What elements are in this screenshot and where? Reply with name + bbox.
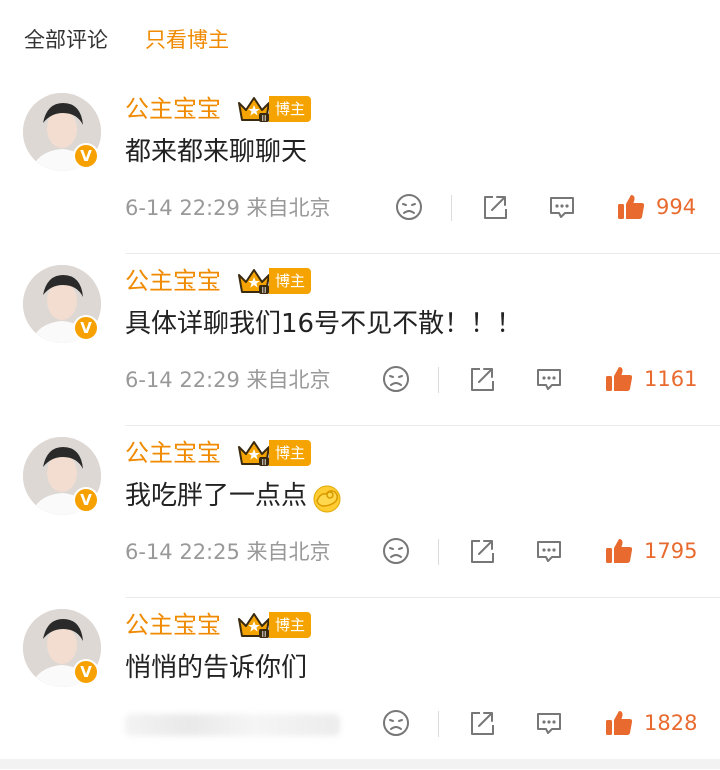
svg-text:II: II — [262, 286, 267, 295]
comment-time: 6-14 22:25 — [125, 540, 240, 564]
crown-icon: II — [237, 266, 271, 296]
user-name[interactable]: 公主宝宝 — [125, 93, 221, 125]
comment-meta: 6-14 22:25 来自北京 — [125, 537, 331, 567]
dislike-face-icon[interactable] — [394, 192, 424, 222]
dislike-face-icon[interactable] — [381, 364, 411, 394]
crown-icon: II — [237, 94, 271, 124]
thumbs-up-icon — [615, 191, 647, 223]
blogger-badge: 博主 — [269, 268, 311, 294]
blogger-badge: 博主 — [269, 440, 311, 466]
svg-text:II: II — [262, 114, 267, 123]
comment-text: 悄悄的告诉你们 — [125, 649, 307, 687]
share-icon[interactable] — [480, 192, 510, 222]
user-name[interactable]: 公主宝宝 — [125, 609, 221, 641]
user-name[interactable]: 公主宝宝 — [125, 265, 221, 297]
like-count: 1828 — [644, 708, 697, 738]
tab-blogger-only[interactable]: 只看博主 — [145, 26, 229, 54]
reply-icon[interactable] — [534, 708, 564, 738]
comment-text: 都来都来聊聊天 — [125, 133, 307, 171]
comment-text: 具体详聊我们16号不见不散！！！ — [125, 305, 522, 343]
reply-icon[interactable] — [534, 364, 564, 394]
reply-icon[interactable] — [534, 536, 564, 566]
comment-text: 我吃胖了一点点 — [125, 477, 345, 515]
comment-meta: 6-14 22:29 来自北京 — [125, 365, 331, 395]
divider — [438, 711, 439, 737]
verified-badge-icon: V — [73, 659, 99, 685]
comment-item: V 公主宝宝 II 博主 具体详聊我们16号不见不散！！！ 6-14 22:29… — [0, 254, 720, 426]
blurred-meta — [125, 714, 340, 736]
dislike-face-icon[interactable] — [381, 536, 411, 566]
comment-meta: 6-14 22:29 来自北京 — [125, 193, 331, 223]
comment-location: 来自北京 — [247, 540, 331, 564]
reply-icon[interactable] — [547, 192, 577, 222]
pinch-hand-emoji-icon — [309, 479, 345, 515]
verified-badge-icon: V — [73, 315, 99, 341]
comment-time: 6-14 22:29 — [125, 196, 240, 220]
svg-text:II: II — [262, 458, 267, 467]
divider — [438, 539, 439, 565]
share-icon[interactable] — [467, 708, 497, 738]
like-count: 1161 — [644, 364, 697, 394]
verified-badge-icon: V — [73, 143, 99, 169]
divider — [438, 367, 439, 393]
user-name[interactable]: 公主宝宝 — [125, 437, 221, 469]
divider — [451, 195, 452, 221]
comment-item: V 公主宝宝 II 博主 我吃胖了一点点 6-14 22:25 来自北京 179… — [0, 426, 720, 598]
share-icon[interactable] — [467, 536, 497, 566]
share-icon[interactable] — [467, 364, 497, 394]
blogger-badge: 博主 — [269, 96, 311, 122]
comment-tabs: 全部评论 只看博主 — [0, 0, 720, 82]
comment-location: 来自北京 — [247, 368, 331, 392]
comment-time: 6-14 22:29 — [125, 368, 240, 392]
comment-item: V 公主宝宝 II 博主 都来都来聊聊天 6-14 22:29 来自北京 994 — [0, 82, 720, 254]
blogger-badge: 博主 — [269, 612, 311, 638]
tab-all-comments[interactable]: 全部评论 — [24, 26, 108, 54]
dislike-face-icon[interactable] — [381, 708, 411, 738]
thumbs-up-icon — [603, 363, 635, 395]
comment-item: V 公主宝宝 II 博主 悄悄的告诉你们 1828 — [0, 598, 720, 770]
like-count: 1795 — [644, 536, 697, 566]
comment-location: 来自北京 — [247, 196, 331, 220]
verified-badge-icon: V — [73, 487, 99, 513]
bottom-bar — [0, 759, 720, 769]
crown-icon: II — [237, 610, 271, 640]
svg-text:II: II — [262, 630, 267, 639]
crown-icon: II — [237, 438, 271, 468]
thumbs-up-icon — [603, 535, 635, 567]
thumbs-up-icon — [603, 707, 635, 739]
like-count: 994 — [656, 192, 696, 222]
comment-text-content: 我吃胖了一点点 — [125, 481, 307, 511]
